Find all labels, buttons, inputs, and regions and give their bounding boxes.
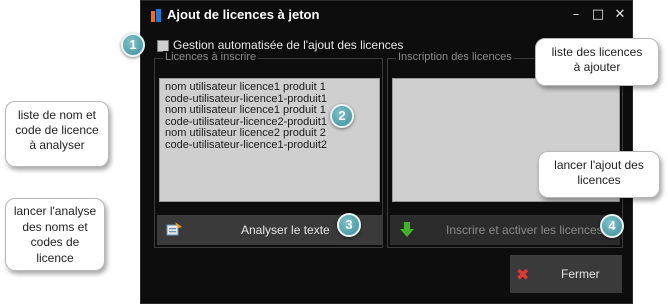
callout-licences-to-add: liste des licences à ajouter [535,38,659,86]
analyze-icon [166,222,182,237]
auto-management-label: Gestion automatisée de l'ajout des licen… [173,38,404,52]
callout-badge-4: 4 [600,214,624,238]
down-arrow-icon [400,222,414,237]
licence-line: code-utilisateur-licence1-produit2 [165,138,328,151]
licences-to-register-title: Licences à inscrire [163,51,259,63]
close-button-label: Fermer [561,267,600,281]
maximize-icon[interactable]: □ [587,5,609,25]
callout-list-to-analyze: liste de nom et code de licence à analyser [5,101,109,167]
app-icon [151,9,161,22]
analyze-text-label: Analyser le texte [241,223,330,237]
title-bar[interactable]: Ajout de licences à jeton – □ ✕ [141,1,632,29]
callout-launch-analysis: lancer l'analyse des noms et codes de licen… [5,198,105,271]
licence-line: nom utilisateur licence1 produit 1 [165,81,326,93]
callout-launch-add: lancer l'ajout des licences [538,151,660,198]
licence-registration-title: Inscription des licences [396,51,514,63]
register-activate-label: Inscrire et activer les licences [446,223,603,237]
window-title: Ajout de licences à jeton [167,7,320,22]
callout-badge-3: 3 [337,213,361,237]
licences-to-register-textarea[interactable]: nom utilisateur licence1 produit 1 code-u… [159,78,380,202]
callout-badge-1: 1 [121,33,145,57]
close-icon[interactable]: ✕ [609,5,631,25]
close-button[interactable]: ✖ Fermer [510,255,622,293]
close-x-icon: ✖ [516,265,530,284]
register-activate-button[interactable]: Inscrire et activer les licences [390,215,620,245]
minimize-icon[interactable]: – [565,5,587,25]
callout-badge-2: 2 [330,104,354,128]
